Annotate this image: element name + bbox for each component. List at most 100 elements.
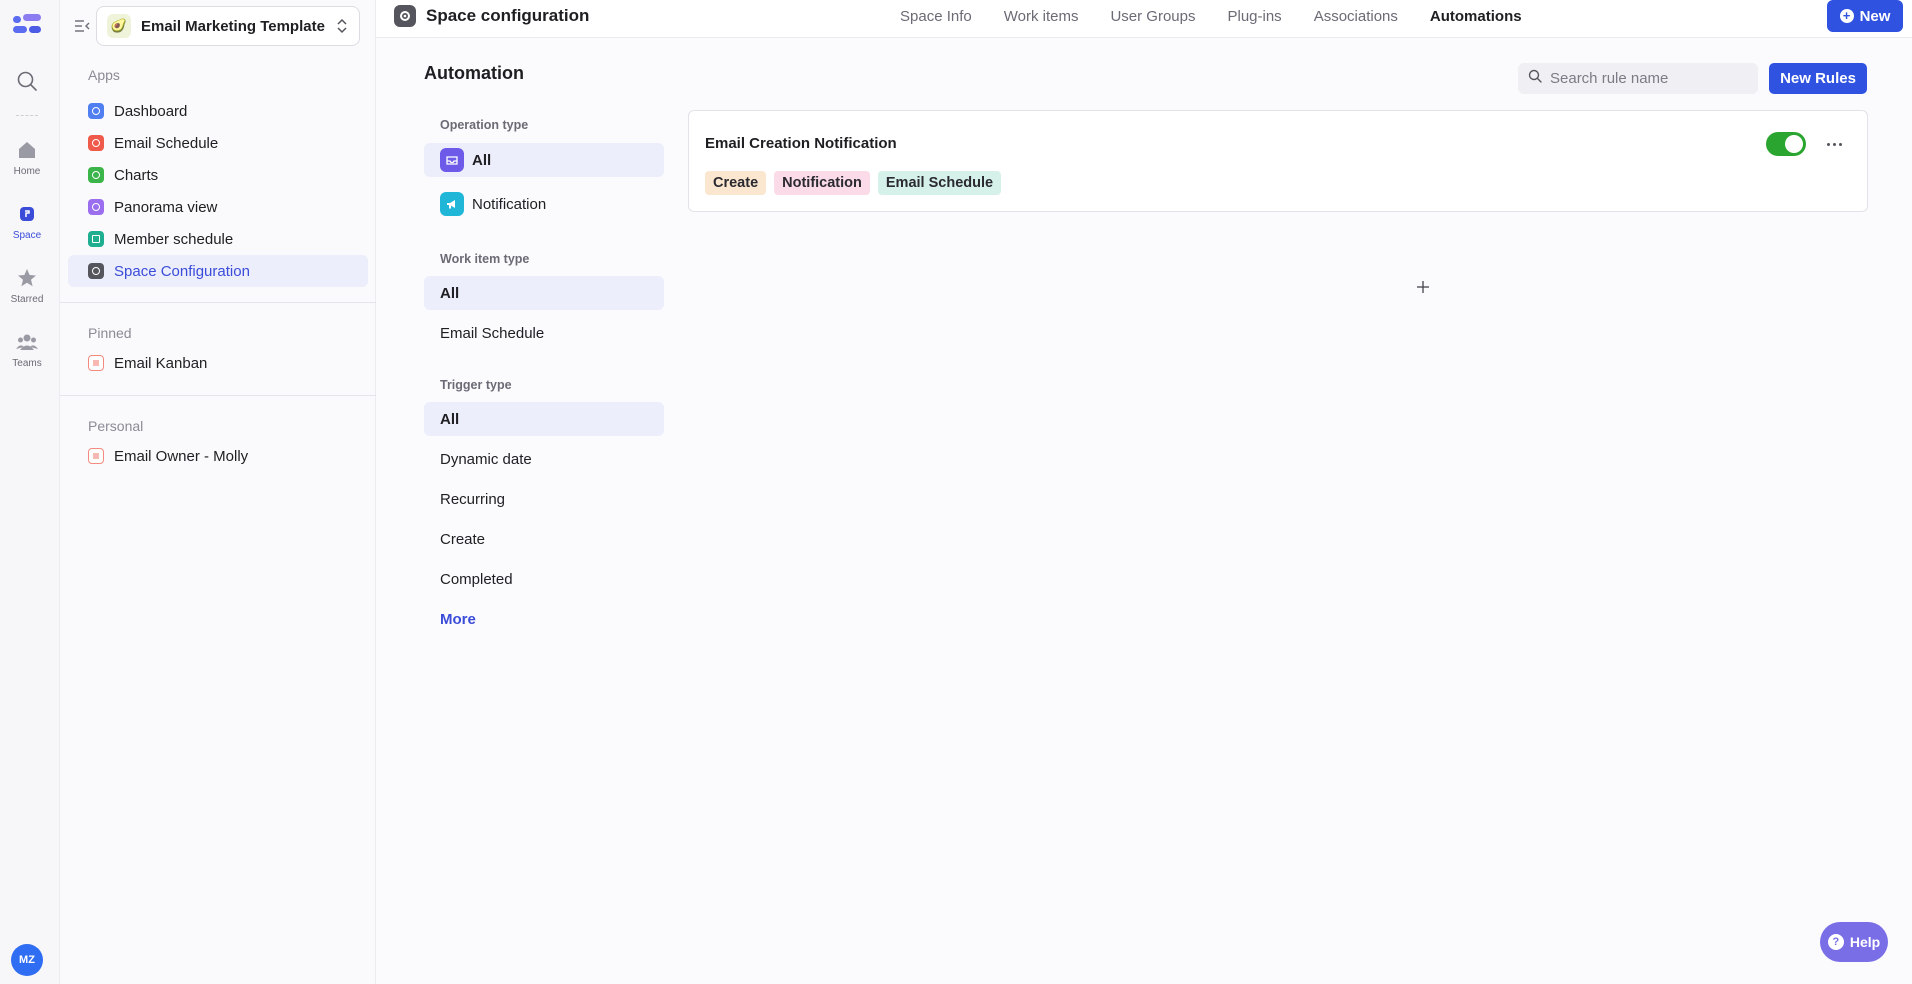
filter-operation-all[interactable]: All (424, 143, 664, 177)
sidebar-item-email-schedule[interactable]: Email Schedule (68, 127, 368, 159)
star-icon (15, 266, 39, 290)
sidebar-item-panorama-view[interactable]: Panorama view (68, 191, 368, 223)
filter-item-label: Notification (472, 195, 547, 213)
charts-icon (88, 167, 104, 183)
rule-name: Email Creation Notification (705, 135, 897, 152)
app-logo-icon[interactable] (11, 12, 43, 38)
filter-item-label: All (472, 151, 492, 169)
tab-plug-ins[interactable]: Plug-ins (1227, 8, 1281, 25)
tab-space-info[interactable]: Space Info (900, 8, 972, 25)
help-button[interactable]: ? Help (1820, 922, 1888, 962)
rail-item-home[interactable]: Home (0, 138, 54, 177)
rail-item-label: Space (12, 230, 42, 241)
app-rail: Home Space Starred Teams MZ (0, 0, 60, 984)
sidebar-item-label: Dashboard (114, 102, 188, 120)
rail-divider (16, 115, 38, 116)
sidebar-divider (60, 395, 376, 396)
sidebar-item-label: Email Kanban (114, 354, 208, 372)
list-icon (88, 355, 104, 371)
new-button[interactable]: + New (1827, 0, 1903, 32)
filter-trigger-more-link[interactable]: More (424, 602, 664, 636)
search-rule-field[interactable] (1518, 63, 1758, 94)
toggle-knob (1785, 135, 1803, 153)
sidebar-item-label: Member schedule (114, 230, 234, 248)
add-rule-plus-icon[interactable] (1412, 276, 1434, 298)
page-header: Space configuration (394, 5, 589, 27)
filter-label-operation-type: Operation type (440, 118, 529, 132)
member-schedule-icon (88, 231, 104, 247)
question-icon: ? (1827, 934, 1844, 950)
filter-work-item-email-schedule[interactable]: Email Schedule (424, 316, 664, 350)
rule-tags: Create Notification Email Schedule (705, 171, 1002, 195)
tag-notification: Notification (774, 171, 870, 195)
rule-card[interactable]: Email Creation Notification Create Notif… (688, 110, 1868, 212)
tab-associations[interactable]: Associations (1314, 8, 1398, 25)
tab-work-items[interactable]: Work items (1004, 8, 1079, 25)
workspace-selector[interactable]: 🥑 Email Marketing Template (96, 6, 360, 46)
sidebar-item-charts[interactable]: Charts (68, 159, 368, 191)
megaphone-icon (440, 192, 464, 216)
gear-icon (394, 5, 416, 27)
sidebar-item-label: Charts (114, 166, 159, 184)
top-bar: Space configuration Space Info Work item… (376, 0, 1912, 38)
tab-user-groups[interactable]: User Groups (1110, 8, 1195, 25)
chevron-updown-icon (335, 17, 349, 35)
space-icon (15, 202, 39, 226)
sidebar-item-member-schedule[interactable]: Member schedule (68, 223, 368, 255)
inbox-icon (440, 148, 464, 172)
workspace-avocado-icon: 🥑 (107, 14, 131, 38)
page-title: Space configuration (426, 6, 590, 25)
teams-icon (15, 330, 39, 354)
section-label-pinned: Pinned (88, 325, 132, 341)
list-icon (88, 448, 104, 464)
sidebar-item-label: Panorama view (114, 198, 218, 216)
section-label-apps: Apps (88, 67, 120, 83)
sidebar-item-dashboard[interactable]: Dashboard (68, 95, 368, 127)
tag-email-schedule: Email Schedule (877, 171, 1002, 195)
rule-enabled-toggle[interactable] (1766, 132, 1806, 156)
filter-trigger-all[interactable]: All (424, 402, 664, 436)
filter-trigger-dynamic-date[interactable]: Dynamic date (424, 442, 664, 476)
collapse-sidebar-icon[interactable] (72, 16, 92, 36)
sidebar-item-label: Email Schedule (114, 134, 219, 152)
sidebar-item-email-owner-molly[interactable]: Email Owner - Molly (68, 440, 368, 472)
tab-automations[interactable]: Automations (1430, 8, 1522, 25)
rail-item-label: Home (13, 166, 41, 177)
dashboard-icon (88, 103, 104, 119)
gear-icon (88, 263, 104, 279)
sidebar-item-email-kanban[interactable]: Email Kanban (68, 347, 368, 379)
filter-label-work-item-type: Work item type (440, 252, 530, 266)
schedule-icon (88, 135, 104, 151)
sidebar-item-label: Email Owner - Molly (114, 447, 249, 465)
search-rule-input[interactable] (1550, 70, 1750, 87)
workspace-name: Email Marketing Template (141, 17, 325, 35)
filter-trigger-recurring[interactable]: Recurring (424, 482, 664, 516)
home-icon (15, 138, 39, 162)
filter-label-trigger-type: Trigger type (440, 378, 512, 392)
avatar[interactable]: MZ (11, 944, 43, 976)
tag-create: Create (705, 171, 767, 195)
filter-work-item-all[interactable]: All (424, 276, 664, 310)
sidebar-item-label: Space Configuration (114, 262, 250, 280)
tab-bar: Space Info Work items User Groups Plug-i… (900, 0, 1554, 32)
automation-title: Automation (424, 63, 524, 83)
filter-trigger-create[interactable]: Create (424, 522, 664, 556)
search-icon (1528, 69, 1542, 88)
rail-item-starred[interactable]: Starred (0, 266, 54, 305)
more-options-icon[interactable] (1823, 133, 1845, 155)
panorama-icon (88, 199, 104, 215)
filter-trigger-completed[interactable]: Completed (424, 562, 664, 596)
rail-item-label: Starred (10, 294, 44, 305)
help-label: Help (1849, 934, 1881, 950)
search-icon[interactable] (16, 70, 38, 92)
sidebar-item-space-configuration[interactable]: Space Configuration (68, 255, 368, 287)
rail-item-teams[interactable]: Teams (0, 330, 54, 369)
rail-item-space[interactable]: Space (0, 202, 54, 241)
new-button-label: New (1859, 7, 1891, 25)
sidebar-divider (60, 302, 376, 303)
filter-operation-notification[interactable]: Notification (424, 187, 664, 221)
sidebar: 🥑 Email Marketing Template Apps Dashboar… (60, 0, 376, 984)
new-rules-button[interactable]: New Rules (1769, 63, 1867, 94)
rail-item-label: Teams (12, 358, 42, 369)
section-label-personal: Personal (88, 418, 144, 434)
